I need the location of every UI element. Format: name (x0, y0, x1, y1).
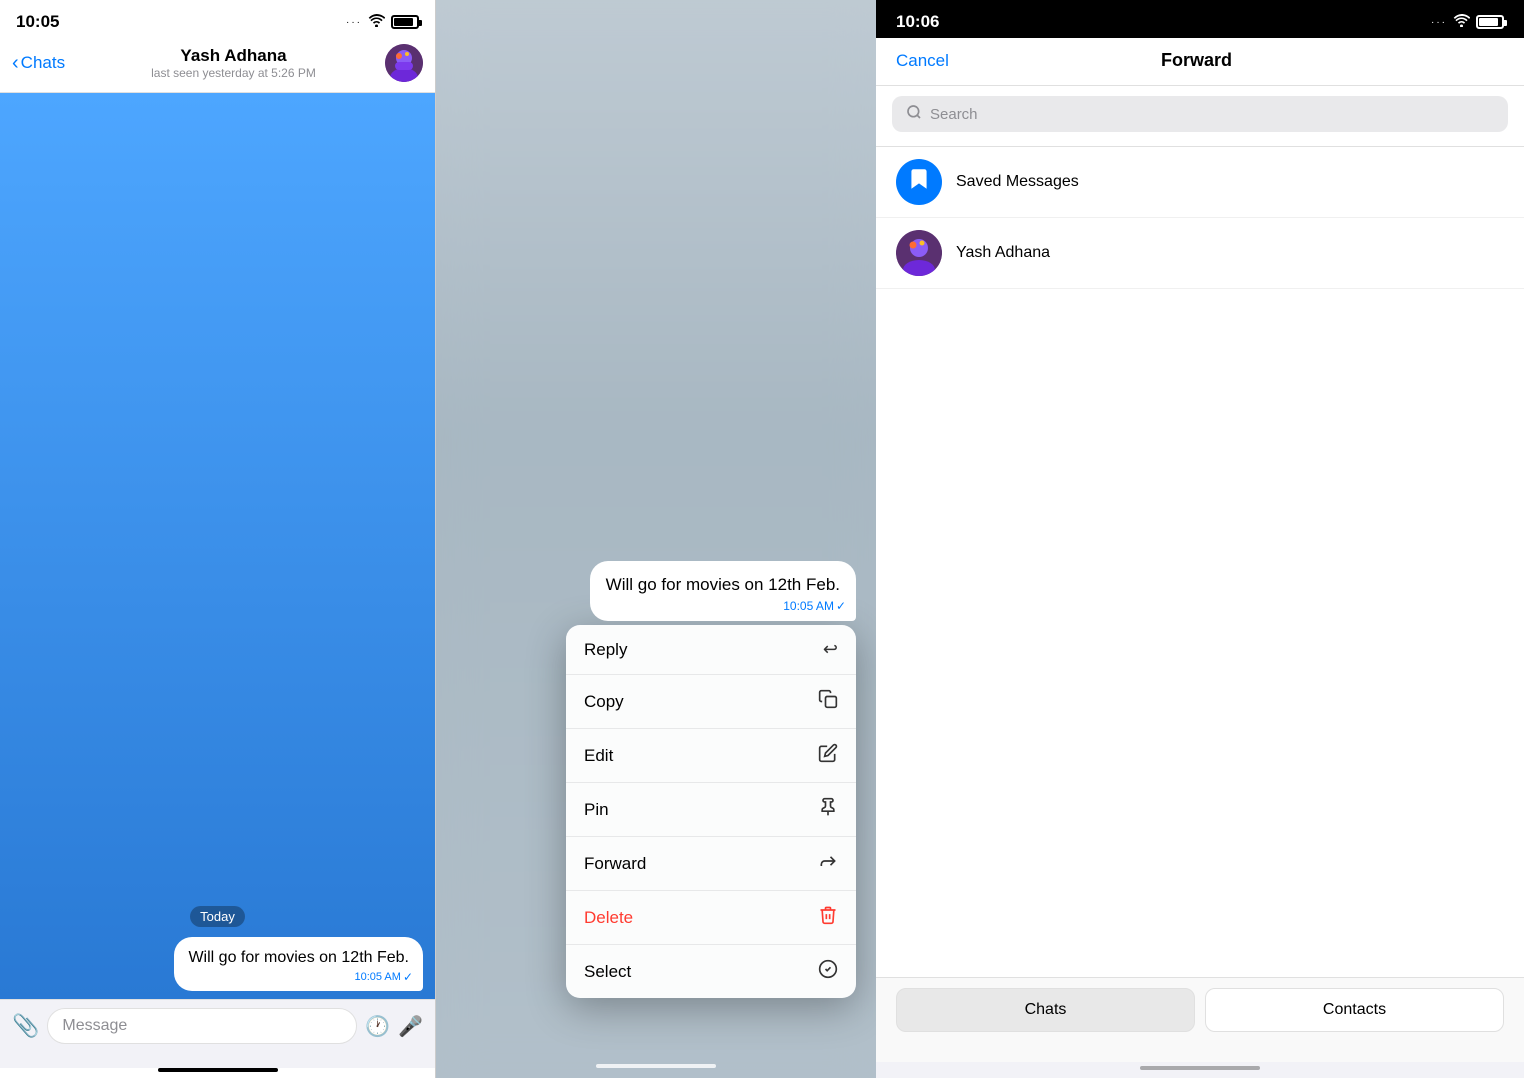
edit-label: Edit (584, 746, 613, 766)
checkmark-icon: ✓ (403, 969, 413, 986)
search-placeholder: Search (930, 106, 978, 123)
message-bubble-outgoing: Will go for movies on 12th Feb. 10:05 AM… (174, 937, 423, 991)
battery-icon-3 (1476, 15, 1504, 29)
pin-label: Pin (584, 800, 609, 820)
context-edit[interactable]: Edit (566, 729, 856, 783)
dots-icon-3: ··· (1431, 17, 1447, 28)
back-button[interactable]: ‹ Chats (12, 52, 82, 75)
home-indicator-2 (596, 1064, 716, 1068)
pin-icon (818, 797, 838, 822)
nav-bar-1: ‹ Chats Yash Adhana last seen yesterday … (0, 38, 435, 93)
contact-list: Saved Messages Yash Adhana (876, 147, 1524, 977)
dots-icon-1: ··· (346, 17, 362, 28)
voice-button[interactable]: 🎤 (398, 1014, 423, 1039)
status-time-3: 10:06 (896, 12, 939, 32)
saved-messages-icon (906, 166, 932, 198)
status-icons-3: ··· (1431, 14, 1504, 30)
cancel-button[interactable]: Cancel (896, 51, 949, 71)
status-icons-1: ··· (346, 14, 419, 30)
bottom-tabs: Chats Contacts (876, 977, 1524, 1062)
contact-item-yash-adhana[interactable]: Yash Adhana (876, 218, 1524, 289)
message-preview-bubble: Will go for movies on 12th Feb. 10:05 AM… (590, 561, 856, 621)
status-bar-1: 10:05 ··· (0, 0, 435, 38)
wifi-icon-3 (1453, 14, 1470, 30)
preview-message-text: Will go for movies on 12th Feb. (606, 575, 840, 594)
saved-messages-name: Saved Messages (956, 173, 1079, 191)
search-bar[interactable]: Search (892, 96, 1508, 132)
message-input-placeholder: Message (62, 1017, 127, 1034)
contact-avatar[interactable] (385, 44, 423, 82)
avatar-image (385, 44, 423, 82)
chat-panel: 10:05 ··· ‹ Chats Yash Adhana last seen … (0, 0, 436, 1078)
yash-adhana-name: Yash Adhana (956, 244, 1050, 262)
input-bar: 📎 Message 🕐 🎤 (0, 999, 435, 1068)
status-time-1: 10:05 (16, 12, 59, 32)
tab-contacts[interactable]: Contacts (1205, 988, 1504, 1032)
context-forward[interactable]: Forward (566, 837, 856, 891)
forward-title: Forward (1161, 50, 1232, 71)
date-badge: Today (190, 906, 245, 927)
context-delete[interactable]: Delete (566, 891, 856, 945)
forward-label: Forward (584, 854, 646, 874)
context-menu-panel: Will go for movies on 12th Feb. 10:05 AM… (436, 0, 876, 1078)
context-copy[interactable]: Copy (566, 675, 856, 729)
tab-chats[interactable]: Chats (896, 988, 1195, 1032)
back-label[interactable]: Chats (21, 53, 65, 73)
forward-icon (818, 851, 838, 876)
preview-time: 10:05 AM (783, 598, 834, 615)
saved-messages-avatar (896, 159, 942, 205)
copy-icon (818, 689, 838, 714)
delete-label: Delete (584, 908, 633, 928)
chat-background: Today Will go for movies on 12th Feb. 10… (0, 93, 435, 999)
message-input[interactable]: Message (47, 1008, 357, 1044)
context-menu: Reply ↩ Copy Edit (566, 625, 856, 998)
forward-panel: 10:06 ··· Cancel Forward Search (876, 0, 1524, 1078)
contact-item-saved-messages[interactable]: Saved Messages (876, 147, 1524, 218)
message-meta: 10:05 AM ✓ (354, 969, 413, 986)
reply-label: Reply (584, 640, 627, 660)
search-bar-container: Search (876, 86, 1524, 147)
home-indicator-1 (158, 1068, 278, 1072)
battery-icon-1 (391, 15, 419, 29)
context-select[interactable]: Select (566, 945, 856, 998)
preview-message-meta: 10:05 AM ✓ (783, 598, 846, 615)
search-icon (906, 104, 922, 124)
yash-adhana-avatar (896, 230, 942, 276)
attach-button[interactable]: 📎 (12, 1013, 39, 1039)
preview-checkmark: ✓ (836, 598, 846, 615)
chat-header: Yash Adhana last seen yesterday at 5:26 … (82, 46, 385, 80)
select-label: Select (584, 962, 631, 982)
message-text: Will go for movies on 12th Feb. (188, 949, 409, 966)
contact-name: Yash Adhana (180, 46, 286, 66)
status-bar-3: 10:06 ··· (876, 0, 1524, 38)
wifi-icon-1 (368, 14, 385, 30)
delete-icon (818, 905, 838, 930)
context-pin[interactable]: Pin (566, 783, 856, 837)
back-chevron-icon: ‹ (12, 52, 19, 75)
select-icon (818, 959, 838, 984)
emoji-button[interactable]: 🕐 (365, 1014, 390, 1039)
reply-icon: ↩ (823, 639, 838, 660)
message-time: 10:05 AM (354, 970, 400, 985)
contact-status: last seen yesterday at 5:26 PM (151, 66, 316, 80)
panel2-content: Will go for movies on 12th Feb. 10:05 AM… (436, 0, 876, 1078)
tab-chats-label: Chats (1025, 1001, 1067, 1018)
edit-icon (818, 743, 838, 768)
copy-label: Copy (584, 692, 624, 712)
forward-nav: Cancel Forward (876, 38, 1524, 86)
home-indicator-3 (1140, 1066, 1260, 1070)
tab-contacts-label: Contacts (1323, 1001, 1386, 1018)
context-reply[interactable]: Reply ↩ (566, 625, 856, 675)
